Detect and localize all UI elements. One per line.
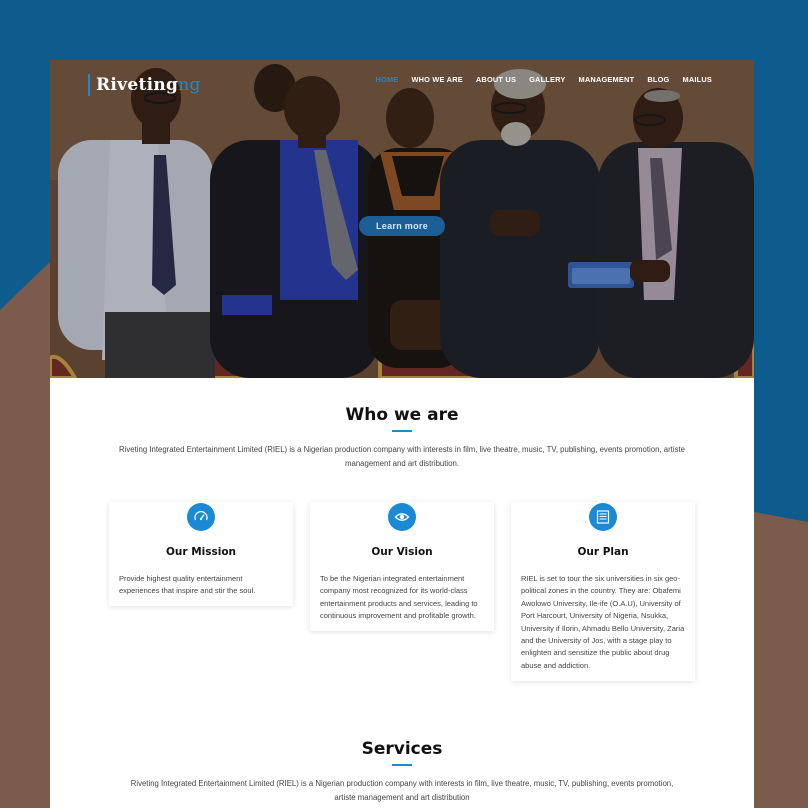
site-logo[interactable]: Rivetingng bbox=[88, 74, 201, 96]
main-navigation: HOME WHO WE ARE ABOUT US GALLERY MANAGEM… bbox=[375, 75, 712, 85]
nav-item-about-us[interactable]: ABOUT US bbox=[476, 75, 516, 85]
who-we-are-underline bbox=[392, 430, 412, 432]
hero-banner: Rivetingng HOME WHO WE ARE ABOUT US GALL… bbox=[50, 60, 754, 378]
vision-card: Our Vision To be the Nigerian integrated… bbox=[310, 502, 494, 631]
nav-item-gallery[interactable]: GALLERY bbox=[529, 75, 565, 85]
nav-item-who-we-are[interactable]: WHO WE ARE bbox=[411, 75, 462, 85]
services-title: Services bbox=[361, 739, 443, 759]
mission-text: Provide highest quality entertainment ex… bbox=[119, 574, 256, 596]
eye-icon bbox=[388, 503, 416, 531]
who-we-are-title: Who we are bbox=[345, 405, 459, 425]
nav-item-home[interactable]: HOME bbox=[375, 75, 398, 85]
logo-suffix: ng bbox=[178, 75, 201, 95]
who-we-are-intro-line-1: Riveting Integrated Entertainment Limite… bbox=[119, 445, 685, 454]
mission-card: Our Mission Provide highest quality ente… bbox=[109, 502, 293, 606]
gauge-icon bbox=[187, 503, 215, 531]
document-list-icon bbox=[589, 503, 617, 531]
website-preview: Rivetingng HOME WHO WE ARE ABOUT US GALL… bbox=[50, 60, 754, 808]
services-intro-line-1: Riveting Integrated Entertainment Limite… bbox=[130, 779, 674, 788]
services-intro: Riveting Integrated Entertainment Limite… bbox=[102, 777, 702, 805]
who-we-are-intro-line-2: management and art distribution. bbox=[345, 459, 459, 468]
services-underline bbox=[392, 764, 412, 766]
vision-title: Our Vision bbox=[371, 546, 433, 558]
plan-title: Our Plan bbox=[577, 546, 629, 558]
learn-more-button[interactable]: Learn more bbox=[359, 216, 445, 236]
nav-item-management[interactable]: MANAGEMENT bbox=[579, 75, 635, 85]
plan-text: RIEL is set to tour the six universities… bbox=[521, 574, 685, 670]
mission-title: Our Mission bbox=[165, 546, 237, 558]
plan-card: Our Plan RIEL is set to tour the six uni… bbox=[511, 502, 695, 681]
services-intro-line-2: artiste management and art distribution bbox=[334, 793, 470, 802]
logo-text: Riveting bbox=[96, 75, 179, 95]
who-we-are-intro: Riveting Integrated Entertainment Limite… bbox=[102, 443, 702, 471]
nav-item-mailus[interactable]: MAILUS bbox=[682, 75, 712, 85]
nav-item-blog[interactable]: BLOG bbox=[647, 75, 669, 85]
vision-text: To be the Nigerian integrated entertainm… bbox=[320, 574, 478, 621]
